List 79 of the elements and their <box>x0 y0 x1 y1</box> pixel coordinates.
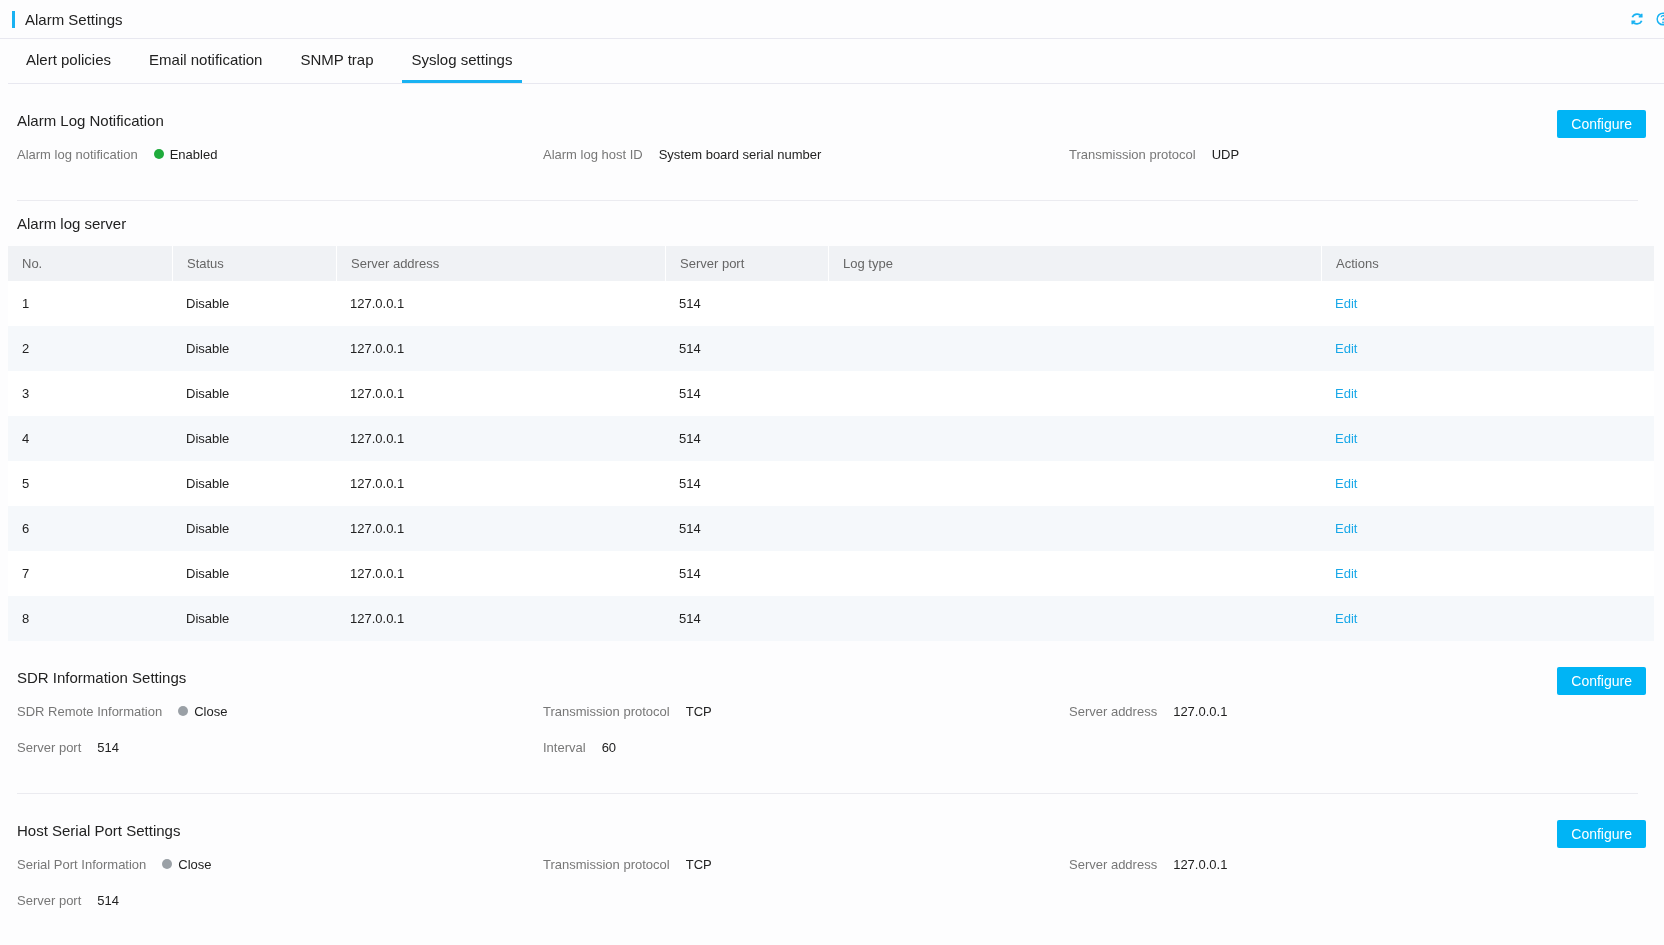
field-value: UDP <box>1211 146 1240 162</box>
edit-link[interactable]: Edit <box>1335 566 1358 581</box>
tab[interactable]: Email notification <box>139 39 273 83</box>
table-cell-text: 127.0.0.1 <box>349 565 406 583</box>
table-cell-text: Disable <box>185 565 231 583</box>
field-label: Serial Port Information <box>17 856 147 872</box>
field-value: TCP <box>685 703 712 719</box>
field-value: Enabled <box>169 146 218 162</box>
configure-button[interactable]: Configure <box>1557 667 1646 695</box>
field-label: Server address <box>1069 703 1158 719</box>
refresh-icon[interactable] <box>1630 12 1644 26</box>
table-cell-text: 514 <box>678 295 702 313</box>
table-cell-text: 4 <box>21 430 31 448</box>
field-label: Server address <box>1069 856 1158 872</box>
table-cell-text: 127.0.0.1 <box>349 430 406 448</box>
field-label: Transmission protocol <box>1069 146 1196 162</box>
tab[interactable]: SNMP trap <box>290 39 384 83</box>
table-cell-text: 514 <box>678 610 702 628</box>
edit-link[interactable]: Edit <box>1335 386 1358 401</box>
edit-link[interactable]: Edit <box>1335 296 1358 311</box>
table-cell-text: Disable <box>185 430 231 448</box>
table-cell-text: 5 <box>21 475 31 493</box>
table-cell-text: 3 <box>21 385 31 403</box>
table-cell-text: Disable <box>185 385 231 403</box>
field-value: 60 <box>601 739 617 755</box>
table-cell-text: 514 <box>678 430 702 448</box>
table-cell-text: Disable <box>185 610 231 628</box>
field-label: Transmission protocol <box>543 703 670 719</box>
table-cell-text: Disable <box>185 295 231 313</box>
edit-link[interactable]: Edit <box>1335 476 1358 491</box>
table-cell-text: 6 <box>21 520 31 538</box>
table-cell-text: Disable <box>185 340 231 358</box>
table-cell-text: 514 <box>678 340 702 358</box>
edit-link[interactable]: Edit <box>1335 341 1358 356</box>
table-cell-text: Disable <box>185 475 231 493</box>
edit-link[interactable]: Edit <box>1335 431 1358 446</box>
field-label: Server port <box>17 739 82 755</box>
table-cell-text: 2 <box>21 340 31 358</box>
table-cell-text: 7 <box>21 565 31 583</box>
table-cell-text: 127.0.0.1 <box>349 385 406 403</box>
field-value: 514 <box>97 739 119 755</box>
field-value: 127.0.0.1 <box>1173 856 1228 872</box>
table-cell-text: 1 <box>21 295 31 313</box>
table-cell-text: 514 <box>678 475 702 493</box>
table-cell-text: 127.0.0.1 <box>349 475 406 493</box>
table-cell-text: 514 <box>678 520 702 538</box>
configure-button[interactable]: Configure <box>1557 110 1646 138</box>
field-value: 514 <box>97 892 119 908</box>
section-title: Host Serial Port Settings <box>17 821 181 839</box>
table-cell-text: Disable <box>185 520 231 538</box>
title-accent-bar <box>12 10 15 28</box>
field-value: TCP <box>685 856 712 872</box>
table-cell-text: 127.0.0.1 <box>349 520 406 538</box>
field-label: Server port <box>17 892 82 908</box>
edit-link[interactable]: Edit <box>1335 521 1358 536</box>
field-value: Close <box>178 856 212 872</box>
table-cell-text: 514 <box>678 385 702 403</box>
field-label: Alarm log notification <box>17 146 138 162</box>
table-cell-text: 514 <box>678 565 702 583</box>
tab[interactable]: Alert policies <box>16 39 122 83</box>
field-label: SDR Remote Information <box>17 703 163 719</box>
tab[interactable]: Syslog settings <box>401 39 523 83</box>
field-value: Close <box>194 703 228 719</box>
field-label: Transmission protocol <box>543 856 670 872</box>
field-label: Alarm log host ID <box>543 146 643 162</box>
table-cell-text: 127.0.0.1 <box>349 295 406 313</box>
column-header: No. <box>21 255 44 273</box>
field-value: System board serial number <box>658 146 822 162</box>
table-cell-text: 127.0.0.1 <box>349 340 406 358</box>
table-title: Alarm log server <box>16 214 128 234</box>
table-cell-text: 8 <box>21 610 31 628</box>
table-cell-text: 127.0.0.1 <box>349 610 406 628</box>
section-title: Alarm Log Notification <box>17 111 164 129</box>
field-label: Interval <box>543 739 586 755</box>
section-title: SDR Information Settings <box>17 668 187 686</box>
configure-button[interactable]: Configure <box>1557 820 1646 848</box>
edit-link[interactable]: Edit <box>1335 611 1358 626</box>
field-value: 127.0.0.1 <box>1173 703 1228 719</box>
page-title: Alarm Settings <box>25 10 124 28</box>
